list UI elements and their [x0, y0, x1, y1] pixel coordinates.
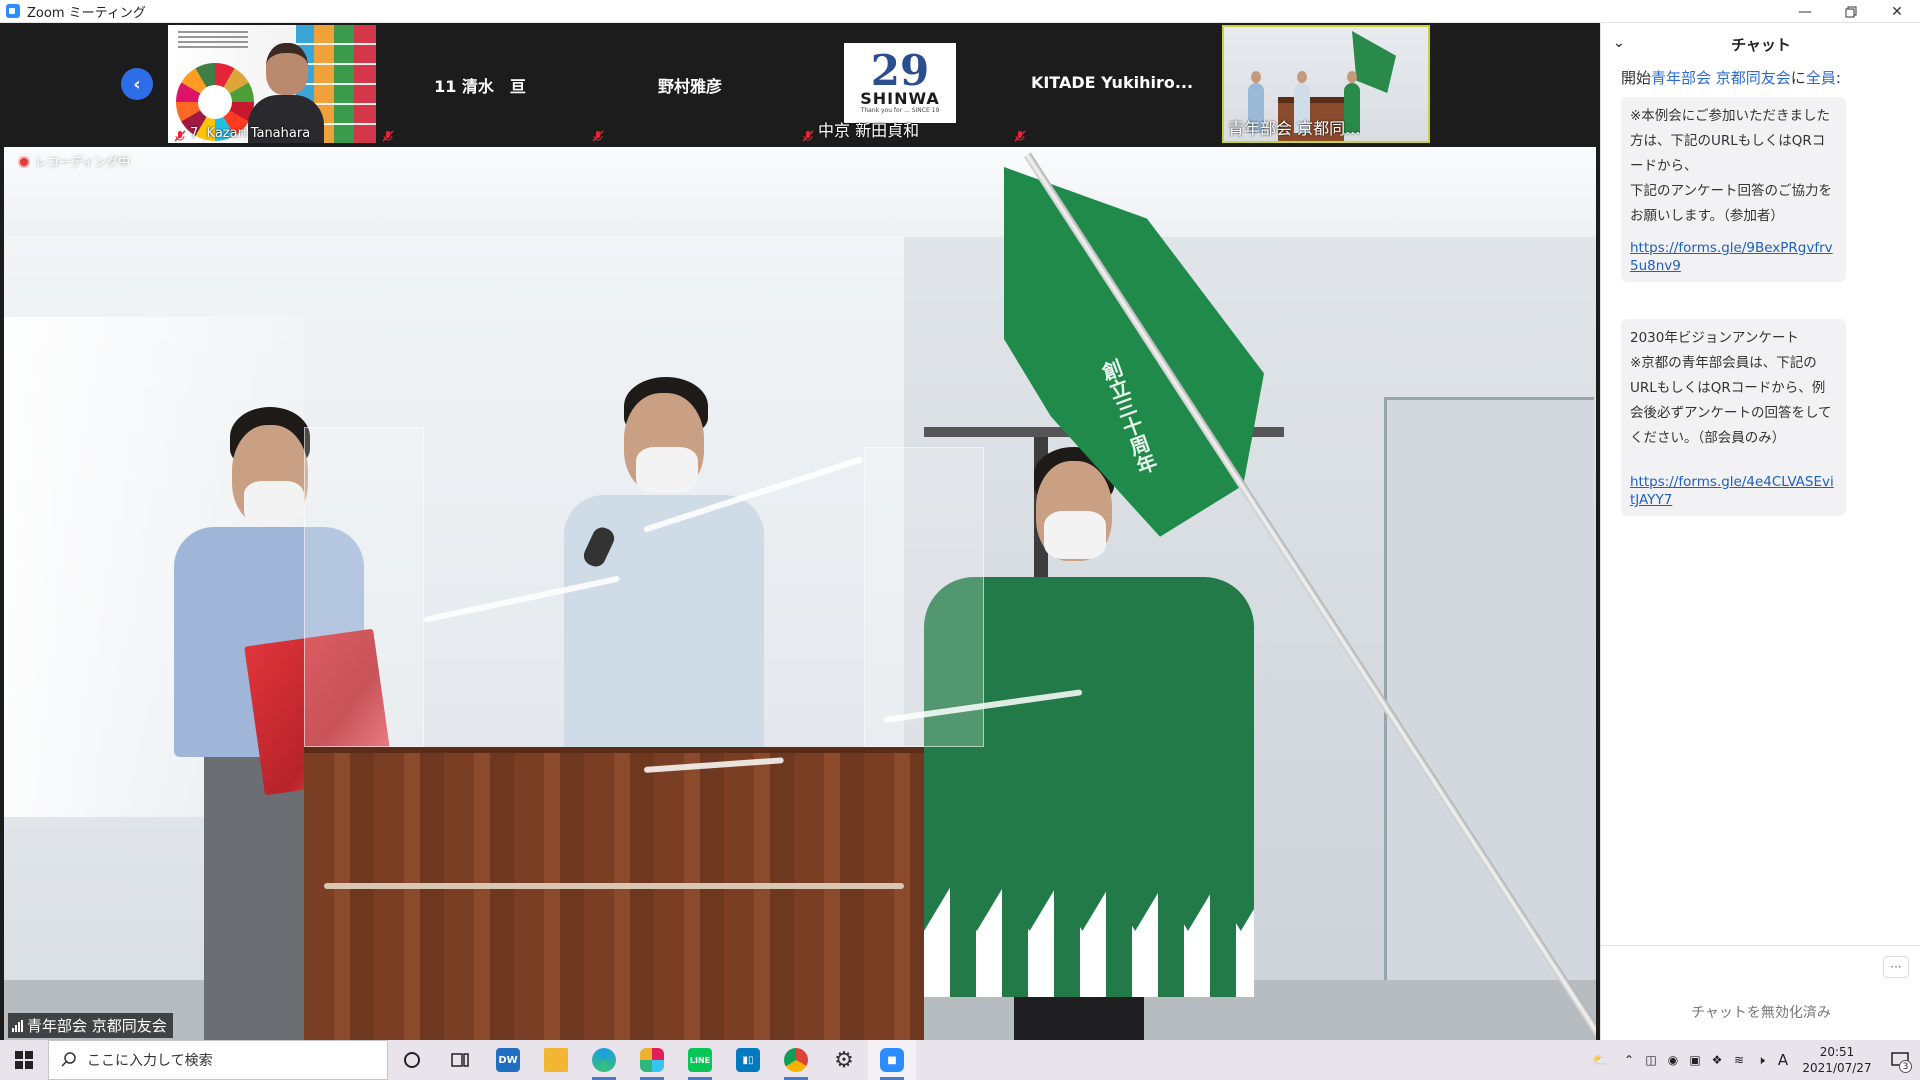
title-bar: Zoom ミーティング — ✕	[0, 0, 1920, 23]
window-controls: — ✕	[1782, 0, 1920, 23]
notification-count-badge: 3	[1899, 1060, 1912, 1073]
main-video[interactable]: 創立三十周年 レコーディング中 青年部会 京都同友会	[4, 147, 1596, 1040]
minimize-button[interactable]: —	[1782, 0, 1828, 23]
taskbar-app-chrome[interactable]	[772, 1040, 820, 1080]
chat-message-link[interactable]: https://forms.gle/4e4CLVASEvitJAYY7	[1630, 473, 1837, 509]
gear-icon: ⚙	[834, 1047, 854, 1073]
taskbar-clock[interactable]: 20:51 2021/07/27	[1794, 1044, 1880, 1076]
chat-message: ※本例会にご参加いただきました方は、下記のURLもしくはQRコードから、 下記の…	[1621, 97, 1846, 282]
folder-icon	[544, 1048, 568, 1072]
podium	[304, 747, 924, 1040]
dropbox-icon[interactable]: ❖	[1706, 1040, 1728, 1080]
taskbar-app-settings[interactable]: ⚙	[820, 1040, 868, 1080]
recording-indicator: レコーディング中	[18, 153, 130, 170]
participant-tile[interactable]: KITADE Yukihiro...	[1008, 25, 1216, 143]
chevron-up-icon[interactable]: ⌃	[1618, 1040, 1640, 1080]
chat-message: 2030年ビジョンアンケート ※京都の青年部会員は、下記のURLもしくはQRコー…	[1621, 319, 1846, 516]
muted-mic-icon	[592, 127, 604, 142]
slack-icon	[640, 1048, 664, 1072]
signal-strength-icon	[12, 1019, 23, 1032]
taskbar-app-file-explorer[interactable]	[532, 1040, 580, 1080]
network-icon[interactable]: ▣	[1684, 1040, 1706, 1080]
door	[1384, 397, 1594, 1040]
cortana-icon	[404, 1052, 420, 1068]
windows-icon	[15, 1051, 33, 1069]
taskbar-app-dw[interactable]: DW	[484, 1040, 532, 1080]
chat-title: チャット	[1731, 35, 1791, 54]
chat-header: ⌄ チャット	[1601, 23, 1920, 65]
ime-indicator[interactable]: A	[1772, 1040, 1794, 1080]
speaker-name-label: 青年部会 京都同友会	[8, 1013, 173, 1038]
participant-tile[interactable]: 11 清水 亘	[376, 25, 584, 143]
participant-name: 中京 新田貞和	[818, 121, 920, 140]
chrome-icon	[784, 1048, 808, 1072]
trello-icon: ▮▯	[736, 1048, 760, 1072]
chevron-down-icon[interactable]: ⌄	[1613, 35, 1625, 51]
previous-page-button[interactable]: ‹	[121, 68, 153, 100]
restore-icon	[1845, 6, 1857, 17]
taskbar-app-edge[interactable]	[580, 1040, 628, 1080]
participant-name: 11 清水 亘	[434, 77, 526, 96]
participant-name: 青年部会 京都同...	[1228, 119, 1361, 138]
search-icon	[61, 1052, 76, 1067]
taskbar-app-zoom[interactable]: ■	[868, 1040, 916, 1080]
device-icon[interactable]: ◫	[1640, 1040, 1662, 1080]
taskbar-search-input[interactable]: ここに入力して検索	[48, 1040, 388, 1080]
volume-icon[interactable]: 🕨	[1750, 1040, 1772, 1080]
participant-tile[interactable]: 野村雅彦	[586, 25, 794, 143]
task-view-button[interactable]	[436, 1040, 484, 1080]
dw-app-icon: DW	[496, 1048, 520, 1072]
zoom-app-icon	[6, 4, 20, 18]
windows-taskbar: ここに入力して検索 DW LINE ▮▯ ⚙ ■ ⛅ ⌃ ◫ ◉ ▣ ❖ ≋ 🕨…	[0, 1040, 1920, 1080]
taskbar-app-trello[interactable]: ▮▯	[724, 1040, 772, 1080]
taskbar-app-line[interactable]: LINE	[676, 1040, 724, 1080]
participant-tile-active[interactable]: 青年部会 京都同...	[1222, 25, 1430, 143]
more-options-button[interactable]: ···	[1883, 956, 1909, 978]
participant-name: 野村雅彦	[657, 77, 722, 96]
notification-center-button[interactable]: 3	[1880, 1040, 1920, 1080]
weather-icon[interactable]: ⛅	[1582, 1040, 1618, 1080]
chat-message-link[interactable]: https://forms.gle/9BexPRgvfrv5u8nv9	[1630, 239, 1837, 275]
taskbar-app-slack[interactable]	[628, 1040, 676, 1080]
chat-disabled-notice: チャットを無効化済み	[1691, 1005, 1831, 1021]
system-tray: ⛅ ⌃ ◫ ◉ ▣ ❖ ≋ 🕨 A 20:51 2021/07/27 3	[1582, 1040, 1920, 1080]
participant-tile[interactable]: 29 SHINWA Thank you for ... SINCE 19 中京 …	[796, 25, 1004, 143]
chat-recipient-line: 開始青年部会 京都同友会に全員:	[1621, 69, 1841, 87]
meeting-area: ‹ 7 Kazari Tanahara 11 清水 亘 野村雅彦 29 SHIN…	[0, 23, 1600, 1040]
chat-sender-link[interactable]: 青年部会 京都同友会	[1651, 69, 1791, 87]
muted-mic-icon	[802, 127, 814, 142]
muted-mic-icon	[174, 127, 186, 142]
line-icon: LINE	[688, 1048, 712, 1072]
close-button[interactable]: ✕	[1874, 0, 1920, 23]
chat-recipient-link[interactable]: 全員	[1806, 69, 1836, 87]
chat-footer: ··· チャットを無効化済み	[1601, 945, 1920, 1040]
person-middle	[544, 377, 774, 785]
restore-button[interactable]	[1828, 0, 1874, 23]
muted-mic-icon	[382, 127, 394, 142]
chat-panel: ⌄ チャット 開始青年部会 京都同友会に全員: ※本例会にご参加いただきました方…	[1600, 23, 1920, 1040]
security-icon[interactable]: ◉	[1662, 1040, 1684, 1080]
task-view-icon	[451, 1053, 469, 1067]
edge-icon	[592, 1048, 616, 1072]
participant-name: KITADE Yukihiro...	[1030, 73, 1194, 92]
cortana-button[interactable]	[388, 1040, 436, 1080]
participant-name: 7 Kazari Tanahara	[190, 126, 311, 141]
zoom-icon: ■	[880, 1048, 904, 1072]
participant-tile[interactable]: 7 Kazari Tanahara	[168, 25, 376, 143]
wifi-icon[interactable]: ≋	[1728, 1040, 1750, 1080]
window-title: Zoom ミーティング	[27, 5, 146, 21]
muted-mic-icon	[1014, 127, 1026, 142]
recording-icon	[18, 155, 30, 168]
shinwa-logo: 29 SHINWA Thank you for ... SINCE 19	[844, 43, 956, 123]
participant-strip: ‹ 7 Kazari Tanahara 11 清水 亘 野村雅彦 29 SHIN…	[0, 23, 1600, 145]
start-button[interactable]	[0, 1040, 48, 1080]
